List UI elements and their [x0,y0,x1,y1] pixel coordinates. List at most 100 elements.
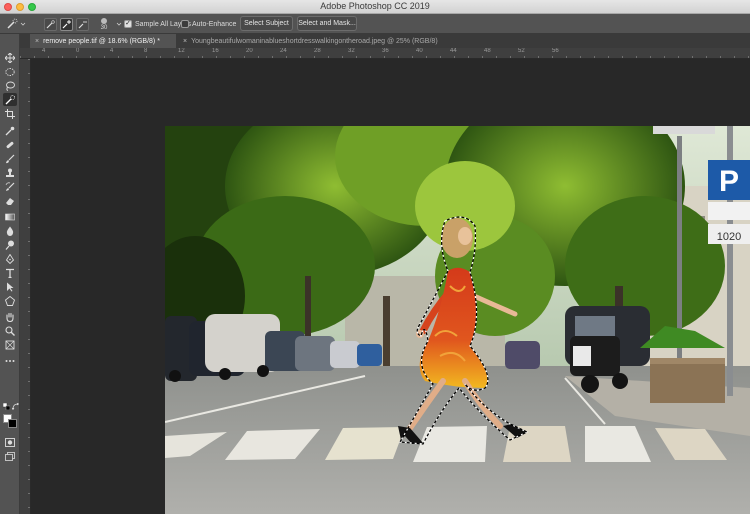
path-selection-icon [7,282,14,291]
tab-young-woman[interactable]: × Youngbeautifulwomaninablueshortdresswa… [178,34,468,48]
select-subject-button[interactable]: Select Subject [240,16,293,31]
ruler-label: 20 [246,48,253,54]
move-icon [5,52,15,63]
hand-icon [6,312,14,322]
ruler-label: 4 [42,48,46,54]
brush-tool[interactable] [3,152,17,165]
history-brush-tool[interactable] [3,180,17,193]
app-title: Adobe Photoshop CC 2019 [320,1,430,11]
clone-stamp-tool[interactable] [3,166,17,179]
horizontal-ruler: 4 0 4 8 12 16 20 24 28 32 36 40 44 48 52… [20,48,750,59]
title-bar: Adobe Photoshop CC 2019 [0,0,750,14]
ruler-label: 0 [76,48,80,54]
more-tools-icon [5,359,15,362]
options-bar: 30 ✓ Sample All Layers Auto-Enhance Sele… [0,14,750,34]
subtract-from-selection-button[interactable] [76,17,89,31]
add-to-selection-icon [62,19,71,28]
eyedropper-tool[interactable] [3,124,17,137]
subtract-from-selection-icon [78,21,87,28]
default-colors-icon [2,402,10,410]
vertical-ruler [20,59,31,514]
pen-icon [5,253,15,264]
move-tool[interactable] [3,51,17,64]
chevron-down-icon [116,22,122,26]
lasso-icon [6,81,15,91]
auto-enhance-label: Auto-Enhance [192,20,237,28]
marquee-tool[interactable] [3,65,17,78]
marquee-icon [5,67,15,76]
ruler-label: 8 [144,48,148,54]
quick-selection-preset-icon [7,18,26,29]
shape-tool[interactable] [3,294,17,307]
blur-icon [6,226,14,236]
ruler-label: 44 [450,48,457,54]
auto-enhance-option[interactable]: Auto-Enhance [181,17,236,31]
screen-mode-icon [5,452,15,461]
background-color-swatch[interactable] [8,419,17,428]
zoom-tool[interactable] [3,324,17,337]
image-canvas[interactable]: P 1020 [165,126,750,514]
brush-size-dropdown[interactable] [116,17,122,31]
select-and-mask-button[interactable]: Select and Mask... [297,16,357,31]
blur-tool[interactable] [3,224,17,237]
close-tab-icon[interactable]: × [35,38,39,45]
add-to-selection-button[interactable] [60,17,73,31]
ruler-label: 4 [110,48,114,54]
ruler-label: 56 [552,48,559,54]
clone-stamp-icon [6,168,14,177]
dodge-tool[interactable] [3,238,17,251]
brush-size-picker[interactable]: 30 [92,17,116,31]
ruler-label: 12 [178,48,185,54]
path-selection-tool[interactable] [3,280,17,293]
healing-brush-icon [6,141,14,148]
quick-selection-tool[interactable] [3,93,17,106]
eraser-icon [6,197,14,205]
eraser-tool[interactable] [3,194,17,207]
frame-icon [5,340,15,349]
hand-tool[interactable] [3,310,17,323]
type-icon [6,268,14,278]
edit-toolbar-button[interactable] [3,354,17,367]
ruler-label: 16 [212,48,219,54]
tab-remove-people[interactable]: × remove people.tif @ 18.6% (RGB/8) * [30,34,176,48]
swap-colors-button[interactable] [11,402,19,410]
ruler-label: 52 [518,48,525,54]
new-selection-button[interactable] [44,17,57,31]
selection-mode-group [44,17,89,31]
brush-size-value: 30 [100,24,108,31]
lasso-tool[interactable] [3,79,17,92]
healing-brush-tool[interactable] [3,138,17,151]
auto-enhance-checkbox[interactable] [181,20,189,28]
sample-all-layers-checkbox[interactable]: ✓ [124,20,132,28]
rectangle-icon [5,295,15,306]
pen-tool[interactable] [3,252,17,265]
type-tool[interactable] [3,266,17,279]
ruler-label: 24 [280,48,287,54]
ruler-label: 48 [484,48,491,54]
gradient-icon [5,213,15,220]
close-tab-icon[interactable]: × [183,38,187,45]
sign-number: 1020 [717,231,741,243]
brush-tip-icon [101,17,107,24]
history-brush-icon [5,181,15,191]
default-colors-button[interactable] [2,402,10,410]
quick-mask-icon [5,438,15,447]
ruler-label: 32 [348,48,355,54]
quick-mask-button[interactable] [3,436,17,449]
tools-panel [0,34,20,514]
gradient-tool[interactable] [3,210,17,223]
brush-icon [6,154,15,163]
zoom-icon [5,325,15,336]
quick-selection-icon [5,94,15,104]
parking-sign-letter: P [719,165,739,198]
tab-label: remove people.tif @ 18.6% (RGB/8) * [43,37,160,45]
crop-tool[interactable] [3,107,17,120]
dodge-icon [5,240,14,250]
frame-tool[interactable] [3,338,17,351]
street-photo: P 1020 [165,126,750,514]
tool-preset-picker[interactable] [4,17,28,31]
ruler-label: 40 [416,48,423,54]
ruler-label: 36 [382,48,389,54]
screen-mode-button[interactable] [3,450,17,463]
eyedropper-icon [5,126,15,135]
